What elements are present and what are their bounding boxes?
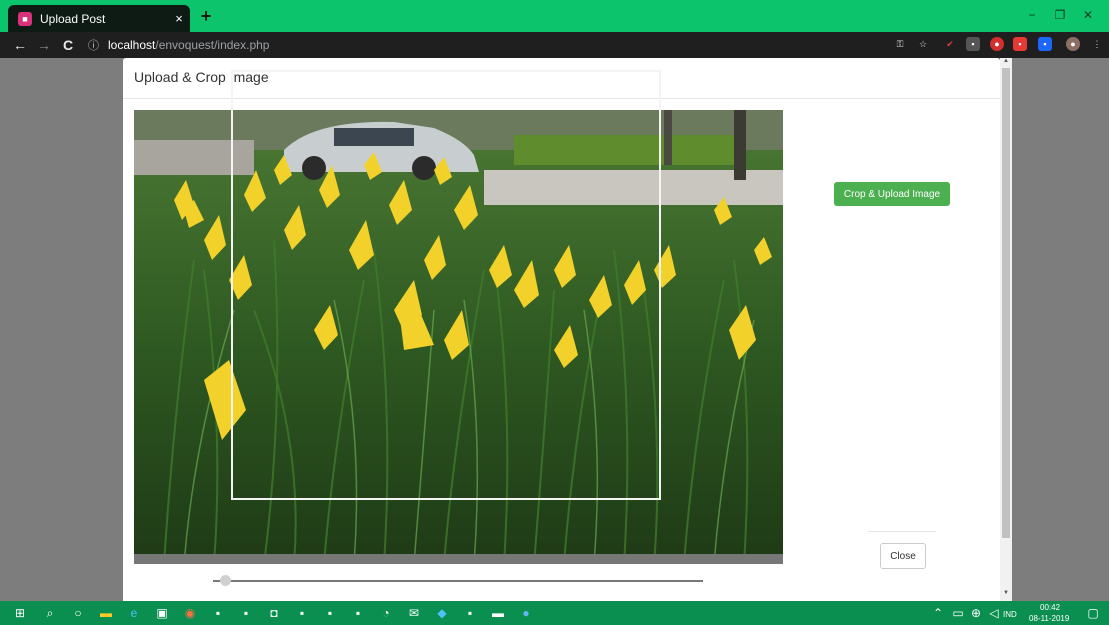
chrome-icon[interactable]: ◉ [182,605,198,621]
cortana-icon[interactable]: ○ [70,605,86,621]
close-button[interactable]: Close [880,543,926,569]
whatsapp-icon[interactable]: ◔ [378,605,394,621]
edge-icon[interactable]: e [126,605,142,621]
app-icon-17[interactable]: ● [518,605,534,621]
notifications-icon[interactable]: ▢ [1085,605,1101,621]
tray-chevron-icon[interactable]: ⌃ [930,605,946,621]
reload-button[interactable]: C [58,32,78,58]
extension-e-icon[interactable]: ▪ [966,37,980,51]
app-icon-10[interactable]: ▪ [322,605,338,621]
new-tab-button[interactable]: + [196,6,216,26]
back-button[interactable]: ← [10,32,30,58]
minimize-button[interactable]: − [1018,4,1046,26]
tab-title: Upload Post [40,11,106,26]
zoom-slider-thumb[interactable] [220,575,231,586]
extension-red-icon[interactable]: ● [990,37,1004,51]
browser-tab[interactable]: ■ Upload Post × [8,5,190,32]
search-icon[interactable]: ⌕ [42,605,58,621]
app-icon-6[interactable]: ▪ [210,605,226,621]
tab-favicon-icon: ■ [18,11,32,26]
extension-blue-icon[interactable]: ▪ [1038,37,1052,51]
app-icon-15[interactable]: ▪ [462,605,478,621]
file-explorer-icon[interactable]: ▬ [98,605,114,621]
close-window-button[interactable]: ✕ [1074,4,1102,26]
extension-badge-icon[interactable]: ▪ [1013,37,1027,51]
profile-avatar-icon[interactable]: ● [1066,37,1080,51]
restore-button[interactable]: ❐ [1046,4,1074,26]
url-host: localhost [108,38,156,52]
upload-crop-modal: Upload & Crop Image Crop & Upload Image … [123,58,1000,601]
crop-upload-button[interactable]: Crop & Upload Image [834,182,950,206]
star-icon[interactable]: ☆ [916,37,930,51]
app-icon-9[interactable]: ▪ [294,605,310,621]
tray-volume-icon[interactable]: ◁ [986,605,1002,621]
browser-toolbar: ← → C ⓘ localhost /envoquest/index.php ⚿… [0,32,1109,58]
crop-selection-box[interactable] [231,70,661,500]
page-backdrop: Upload & Crop Image Crop & Upload Image … [0,58,1109,601]
address-bar[interactable]: ⓘ localhost /envoquest/index.php [88,35,878,55]
terminal-icon[interactable]: ▬ [490,605,506,621]
url-path: /envoquest/index.php [155,38,270,52]
mail-icon[interactable]: ✉ [406,605,422,621]
site-info-icon[interactable]: ⓘ [88,37,104,53]
tray-language[interactable]: IND [1003,610,1017,619]
zoom-slider-track[interactable] [213,580,703,582]
app-icon-7[interactable]: ▪ [238,605,254,621]
tab-close-icon[interactable]: × [168,11,190,26]
tray-globe-icon[interactable]: ⊕ [968,605,984,621]
camera-icon[interactable]: ◘ [266,605,282,621]
crop-area-bottom-band [134,554,783,564]
forward-button[interactable]: → [34,32,54,58]
extension-check-icon[interactable]: ✔ [943,37,957,51]
tray-network-icon[interactable]: ▭ [950,605,966,621]
app-icon-11[interactable]: ▪ [350,605,366,621]
menu-icon[interactable]: ⋮ [1090,37,1104,51]
scrollbar-thumb[interactable] [1002,68,1010,538]
clock-date[interactable]: 08-11-2019 [1029,614,1069,623]
key-icon[interactable]: ⚿ [893,37,907,51]
scroll-down-arrow-icon[interactable]: ▼ [1000,590,1012,600]
clock-time[interactable]: 00:42 [1040,603,1060,612]
store-icon[interactable]: ▣ [154,605,170,621]
vscode-icon[interactable]: ◆ [434,605,450,621]
modal-footer-divider [868,531,936,532]
windows-start-icon[interactable]: ⊞ [12,605,28,621]
scroll-up-arrow-icon[interactable]: ▲ [1000,58,1012,68]
